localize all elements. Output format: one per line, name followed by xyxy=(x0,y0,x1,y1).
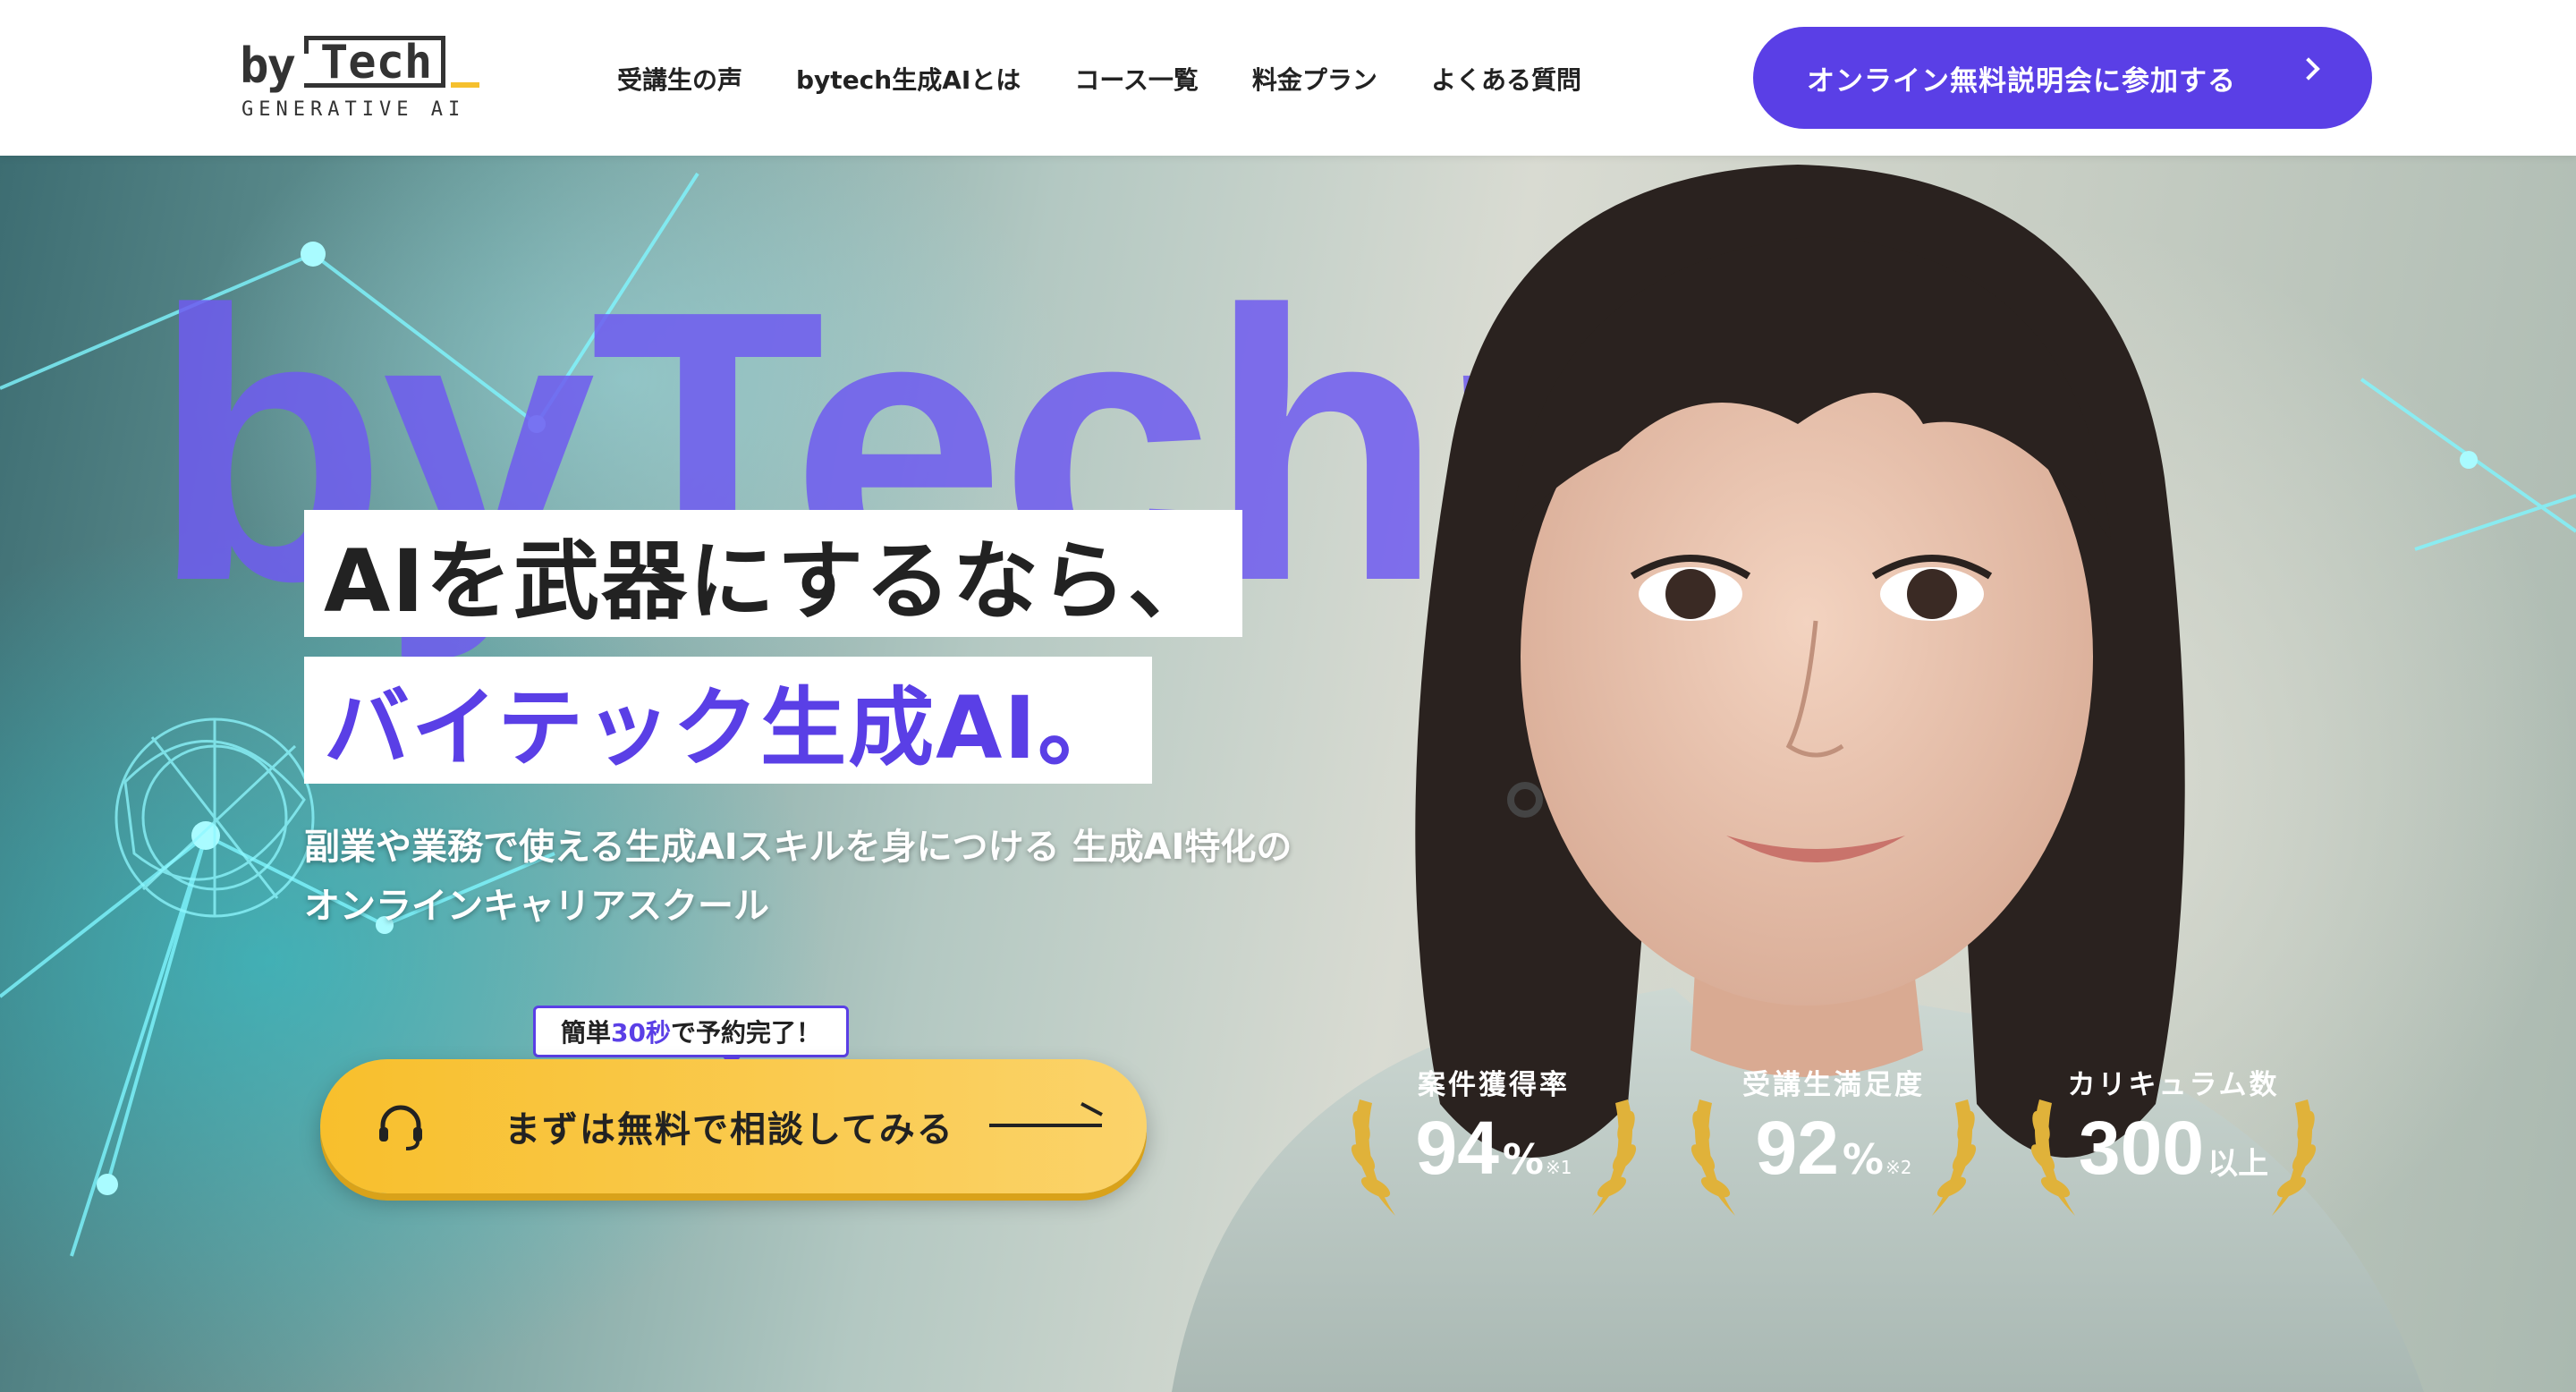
stat-label: 受講生満足度 xyxy=(1742,1069,1925,1101)
headset-icon xyxy=(379,1105,422,1150)
quick-reservation-badge: 簡単 30秒 で予約完了！ xyxy=(533,1006,849,1057)
hero-section: byTechn AIを武器にするなら、 バイテック生成AI。 副業や業務で使える… xyxy=(0,156,2576,1392)
hero-headline-line1-text: AIを武器にするなら、 xyxy=(324,530,1216,632)
stat-unit: % xyxy=(1502,1135,1545,1184)
nav-item-testimonials[interactable]: 受講生の声 xyxy=(617,61,742,97)
hero-headline-line2-text: バイテック生成AI。 xyxy=(324,677,1126,778)
main-nav: 受講生の声 bytech生成AIとは コース一覧 料金プラン よくある質問 xyxy=(617,61,1635,97)
hero-headline-line1: AIを武器にするなら、 xyxy=(304,510,1242,637)
free-consultation-button-label: まずは無料で相談してみる xyxy=(504,1109,954,1150)
brand-logo[interactable]: by Tech GENERATIVE AI xyxy=(240,36,481,125)
stat-footnote: ※2 xyxy=(1885,1157,1912,1178)
stat-unit: 以上 xyxy=(2207,1146,2269,1182)
stat-curriculum-count: カリキュラム数 300 以上 xyxy=(2021,1055,2326,1225)
long-arrow-right-icon xyxy=(989,1124,1102,1127)
chevron-right-icon xyxy=(2297,57,2320,81)
nav-item-about[interactable]: bytech生成AIとは xyxy=(796,61,1021,97)
logo-cursor-mark xyxy=(451,82,479,88)
nav-item-courses[interactable]: コース一覧 xyxy=(1074,61,1199,97)
site-header: by Tech GENERATIVE AI 受講生の声 bytech生成AIとは… xyxy=(0,0,2576,156)
badge-text-pre: 簡単 xyxy=(561,1018,612,1048)
stat-label: カリキュラム数 xyxy=(2067,1069,2280,1101)
stat-label: 案件獲得率 xyxy=(1418,1069,1570,1101)
nav-item-faq[interactable]: よくある質問 xyxy=(1431,61,1581,97)
stat-number: 94 xyxy=(1415,1106,1499,1190)
badge-text-post: で予約完了！ xyxy=(670,1018,821,1048)
online-briefing-button-label: オンライン無料説明会に参加する xyxy=(1807,64,2236,98)
stat-number: 92 xyxy=(1755,1106,1839,1190)
stat-case-acquisition-rate: 案件獲得率 94% ※1 xyxy=(1342,1055,1646,1225)
hero-subtitle: 副業や業務で使える生成AIスキルを身につける 生成AI特化の オンラインキャリア… xyxy=(304,818,1292,936)
stat-footnote: ※1 xyxy=(1546,1157,1572,1178)
online-briefing-button[interactable]: オンライン無料説明会に参加する xyxy=(1753,27,2372,129)
hero-headline-line2: バイテック生成AI。 xyxy=(304,657,1153,784)
nav-item-pricing[interactable]: 料金プラン xyxy=(1252,61,1377,97)
stat-number: 300 xyxy=(2078,1106,2205,1190)
logo-by-text: by xyxy=(240,38,296,94)
logo-subtitle: GENERATIVE AI xyxy=(242,98,466,121)
stat-unit: % xyxy=(1842,1135,1885,1184)
badge-text-highlight: 30秒 xyxy=(611,1018,671,1048)
stat-value: 300 以上 xyxy=(2021,1105,2326,1192)
hero-subtitle-line2: オンラインキャリアスクール xyxy=(304,886,769,927)
logo-tech-text: Tech xyxy=(320,36,433,89)
stat-value: 92% ※2 xyxy=(1682,1105,1986,1192)
free-consultation-button[interactable]: まずは無料で相談してみる xyxy=(320,1059,1147,1193)
stat-student-satisfaction: 受講生満足度 92% ※2 xyxy=(1682,1055,1986,1225)
hero-subtitle-line1: 副業や業務で使える生成AIスキルを身につける 生成AI特化の xyxy=(304,827,1292,868)
stat-value: 94% ※1 xyxy=(1342,1105,1646,1192)
